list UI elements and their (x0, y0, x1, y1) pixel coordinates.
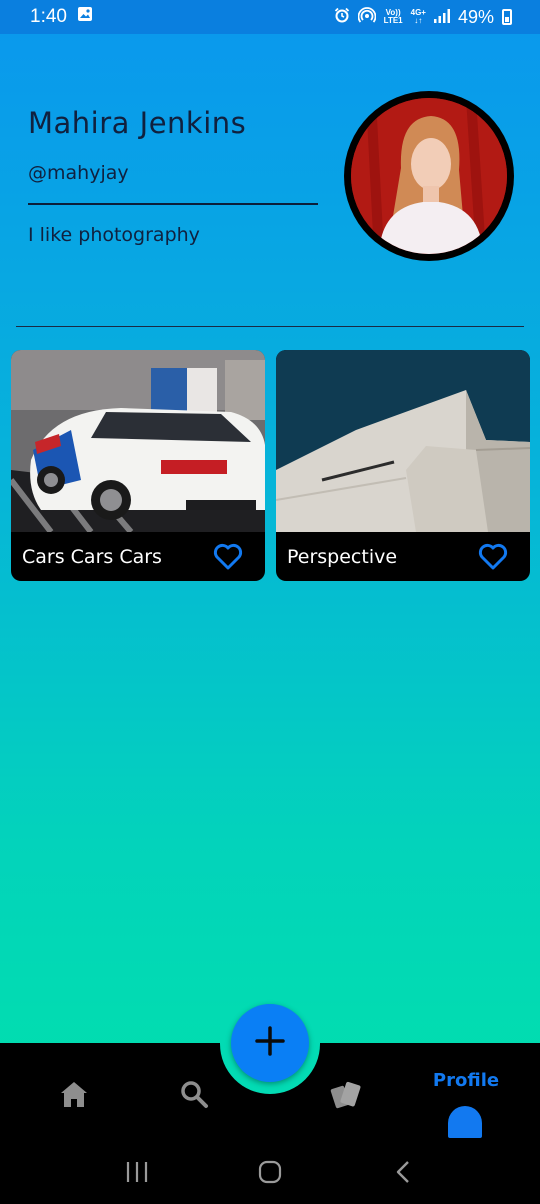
post-card[interactable]: Perspective (276, 350, 530, 581)
post-card-footer: Cars Cars Cars (11, 532, 265, 581)
signal-icon (433, 7, 450, 28)
avatar-photo (351, 98, 507, 254)
post-card-footer: Perspective (276, 532, 530, 581)
hotspot-icon (357, 6, 376, 28)
status-left: 1:40 (30, 6, 93, 28)
post-title: Perspective (287, 545, 398, 568)
post-title: Cars Cars Cars (22, 545, 162, 568)
volte-indicator: Vo)) LTE1 (384, 9, 403, 25)
status-bar: 1:40 Vo)) LTE1 4G+ ↓↑ 49% (0, 0, 540, 34)
add-post-button[interactable] (231, 1004, 309, 1082)
recent-apps-button[interactable] (117, 1152, 157, 1192)
like-heart-icon[interactable] (478, 543, 508, 571)
profile-name: Mahira Jenkins (28, 106, 247, 140)
profile-icon[interactable] (448, 1106, 482, 1138)
avatar[interactable] (344, 91, 514, 261)
plus-icon (255, 1026, 285, 1060)
network-generation: 4G+ ↓↑ (411, 9, 426, 25)
like-heart-icon[interactable] (213, 543, 243, 571)
nav-collections[interactable] (328, 1080, 364, 1114)
post-image-car[interactable] (11, 350, 265, 532)
profile-bio: I like photography (28, 224, 200, 246)
nav-profile-label[interactable]: Profile (430, 1070, 502, 1091)
status-right: Vo)) LTE1 4G+ ↓↑ 49% (334, 7, 512, 28)
section-divider (16, 326, 524, 327)
post-image-building[interactable] (276, 350, 530, 532)
battery-icon (502, 9, 512, 25)
gallery-notification-icon (77, 6, 93, 28)
status-time: 1:40 (30, 6, 67, 27)
alarm-icon (334, 7, 350, 28)
profile-handle: @mahyjay (28, 162, 129, 184)
volte-bottom-text: LTE1 (383, 16, 403, 25)
search-icon (179, 1079, 209, 1113)
post-card[interactable]: Cars Cars Cars (11, 350, 265, 581)
data-arrows-icon: ↓↑ (414, 16, 423, 25)
home-icon (59, 1080, 89, 1112)
system-nav-bar (0, 1140, 540, 1204)
cards-icon (329, 1079, 363, 1115)
back-button[interactable] (383, 1152, 423, 1192)
battery-percent: 49% (457, 6, 494, 27)
nav-home[interactable] (58, 1080, 90, 1112)
name-divider (28, 203, 318, 205)
nav-search[interactable] (178, 1080, 210, 1112)
home-button[interactable] (250, 1152, 290, 1192)
